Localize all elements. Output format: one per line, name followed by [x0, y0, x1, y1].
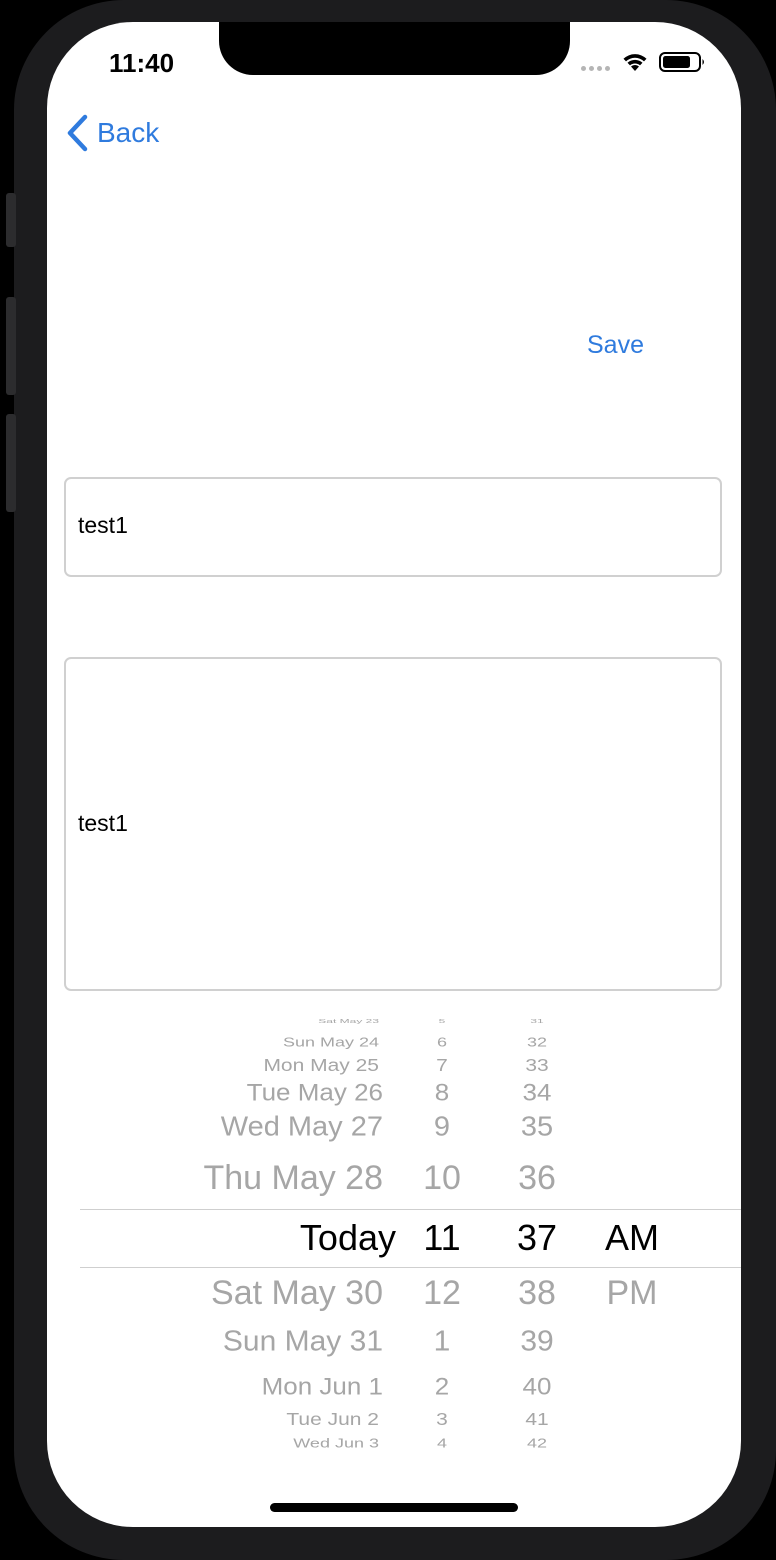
- picker-date-row[interactable]: Sat May 30: [211, 1276, 383, 1310]
- cellular-signal-icon: [581, 66, 610, 71]
- picker-minute-row[interactable]: 39: [497, 1327, 577, 1356]
- volume-down-button: [6, 414, 16, 512]
- picker-date-row[interactable]: Mon May 25: [263, 1056, 379, 1074]
- picker-hour-row[interactable]: 2: [402, 1374, 482, 1398]
- picker-minute-row[interactable]: 34: [497, 1080, 577, 1104]
- date-time-picker[interactable]: Sat May 23 5 31 Sun May 24 6 32 Mon May 25 7 33 T…: [47, 1012, 741, 1457]
- battery-icon: [659, 52, 704, 72]
- picker-minute-row[interactable]: 38: [497, 1276, 577, 1310]
- picker-hour-row[interactable]: 10: [402, 1161, 482, 1195]
- body-field[interactable]: test1: [64, 657, 722, 991]
- back-label: Back: [97, 117, 160, 148]
- picker-date-row[interactable]: Sun May 24: [283, 1036, 379, 1049]
- picker-date-row[interactable]: Sun May 31: [223, 1327, 383, 1356]
- picker-hour-row[interactable]: 3: [402, 1410, 482, 1428]
- picker-minute-row[interactable]: 36: [497, 1161, 577, 1195]
- home-indicator: [270, 1503, 518, 1512]
- picker-selection-bottom-line: [80, 1267, 741, 1268]
- title-field-value: test1: [78, 512, 128, 538]
- save-button[interactable]: Save: [587, 331, 644, 360]
- title-field[interactable]: test1: [64, 477, 722, 577]
- picker-hour-row[interactable]: 8: [402, 1080, 482, 1104]
- picker-date-row[interactable]: Tue Jun 2: [286, 1410, 379, 1428]
- picker-hour-row[interactable]: 9: [402, 1112, 482, 1141]
- picker-period-row[interactable]: PM: [592, 1276, 672, 1310]
- picker-hour-row[interactable]: 7: [402, 1056, 482, 1074]
- body-field-value: test1: [78, 810, 128, 836]
- picker-hour-row[interactable]: 11: [402, 1220, 482, 1256]
- picker-date-row[interactable]: Mon Jun 1: [262, 1374, 383, 1398]
- picker-hour-row[interactable]: 6: [402, 1036, 482, 1049]
- picker-selection-top-line: [80, 1209, 741, 1210]
- silent-switch: [6, 193, 16, 247]
- picker-minute-row[interactable]: 31: [497, 1018, 577, 1023]
- picker-hour-row[interactable]: 4: [402, 1437, 482, 1450]
- picker-minute-row[interactable]: 37: [497, 1220, 577, 1256]
- chevron-left-icon: [67, 114, 88, 152]
- picker-date-row[interactable]: Wed Jun 3: [293, 1437, 379, 1450]
- picker-minute-row[interactable]: 35: [497, 1112, 577, 1141]
- back-button[interactable]: Back: [65, 114, 159, 152]
- notch: [219, 22, 570, 75]
- picker-date-row[interactable]: Tue May 26: [247, 1080, 383, 1104]
- picker-date-row[interactable]: Thu May 28: [203, 1161, 383, 1195]
- picker-date-row[interactable]: Wed May 27: [221, 1112, 383, 1141]
- picker-period-row[interactable]: AM: [592, 1220, 672, 1256]
- status-time: 11:40: [109, 48, 175, 78]
- wifi-icon: [623, 54, 647, 71]
- picker-hour-row[interactable]: 5: [402, 1018, 482, 1023]
- picker-date-row[interactable]: Sat May 23: [318, 1018, 379, 1023]
- app-screen: 11:40 Back Save test1 test1 Sat May 23 5 3…: [47, 22, 741, 1527]
- picker-minute-row[interactable]: 33: [497, 1056, 577, 1074]
- picker-date-row[interactable]: Today: [300, 1220, 396, 1256]
- picker-hour-row[interactable]: 1: [402, 1327, 482, 1356]
- picker-minute-row[interactable]: 32: [497, 1036, 577, 1049]
- volume-up-button: [6, 297, 16, 395]
- picker-hour-row[interactable]: 12: [402, 1276, 482, 1310]
- picker-minute-row[interactable]: 40: [497, 1374, 577, 1398]
- picker-minute-row[interactable]: 42: [497, 1437, 577, 1450]
- picker-minute-row[interactable]: 41: [497, 1410, 577, 1428]
